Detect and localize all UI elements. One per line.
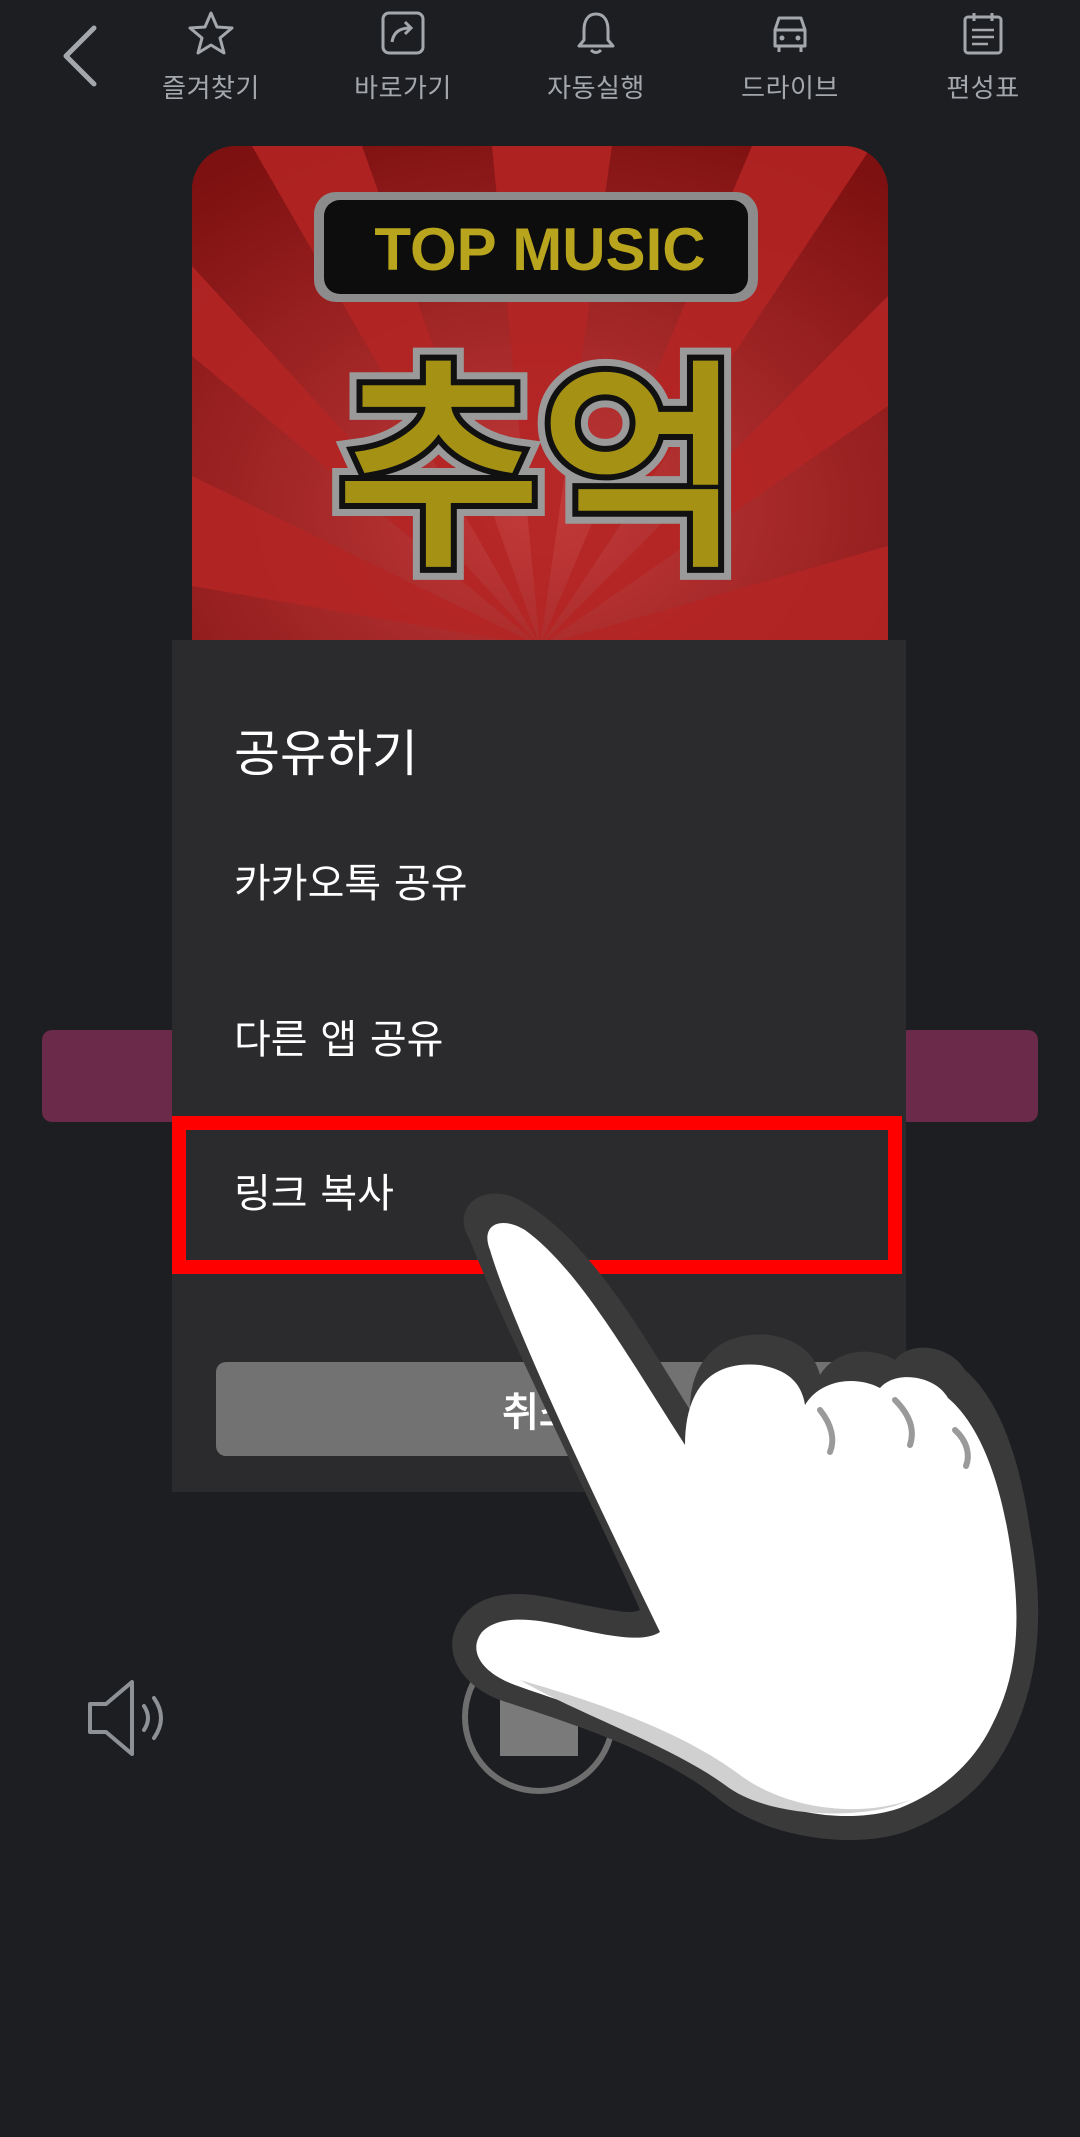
album-badge-text: TOP MUSIC <box>374 216 705 283</box>
pointing-hand-icon <box>452 1193 1039 1840</box>
nav-favorites[interactable]: 즐겨찾기 <box>136 10 286 105</box>
nav-drive[interactable]: 드라이브 <box>715 10 865 105</box>
album-title-text: 추억 <box>338 342 743 598</box>
nav-favorites-label: 즐겨찾기 <box>162 74 260 104</box>
share-arrow-icon <box>379 10 427 56</box>
share-other-app-label: 다른 앱 공유 <box>234 1017 444 1063</box>
top-nav-bar: 즐겨찾기 바로가기 자동실행 드라이브 편성표 <box>0 0 1080 110</box>
back-button[interactable] <box>48 20 112 92</box>
car-icon <box>766 10 814 56</box>
speaker-icon <box>88 1680 163 1756</box>
nav-schedule-label: 편성표 <box>946 74 1020 104</box>
bell-icon <box>572 10 620 56</box>
star-icon <box>187 10 235 56</box>
volume-button[interactable] <box>84 1676 174 1760</box>
chevron-left-icon <box>63 25 97 87</box>
nav-shortcut-label: 바로가기 <box>354 74 452 104</box>
share-kakaotalk-label: 카카오톡 공유 <box>234 861 468 907</box>
dialog-title: 공유하기 <box>234 725 418 783</box>
nav-autoplay[interactable]: 자동실행 <box>521 10 671 105</box>
share-other-app-option[interactable]: 다른 앱 공유 <box>172 976 906 1096</box>
album-art: TOP MUSIC 추억 추억 <box>192 146 888 666</box>
nav-autoplay-label: 자동실행 <box>547 74 645 104</box>
nav-schedule[interactable]: 편성표 <box>908 10 1058 105</box>
schedule-icon <box>959 10 1007 56</box>
nav-shortcut[interactable]: 바로가기 <box>328 10 478 105</box>
share-kakaotalk-option[interactable]: 카카오톡 공유 <box>172 820 906 940</box>
nav-drive-label: 드라이브 <box>741 74 839 104</box>
